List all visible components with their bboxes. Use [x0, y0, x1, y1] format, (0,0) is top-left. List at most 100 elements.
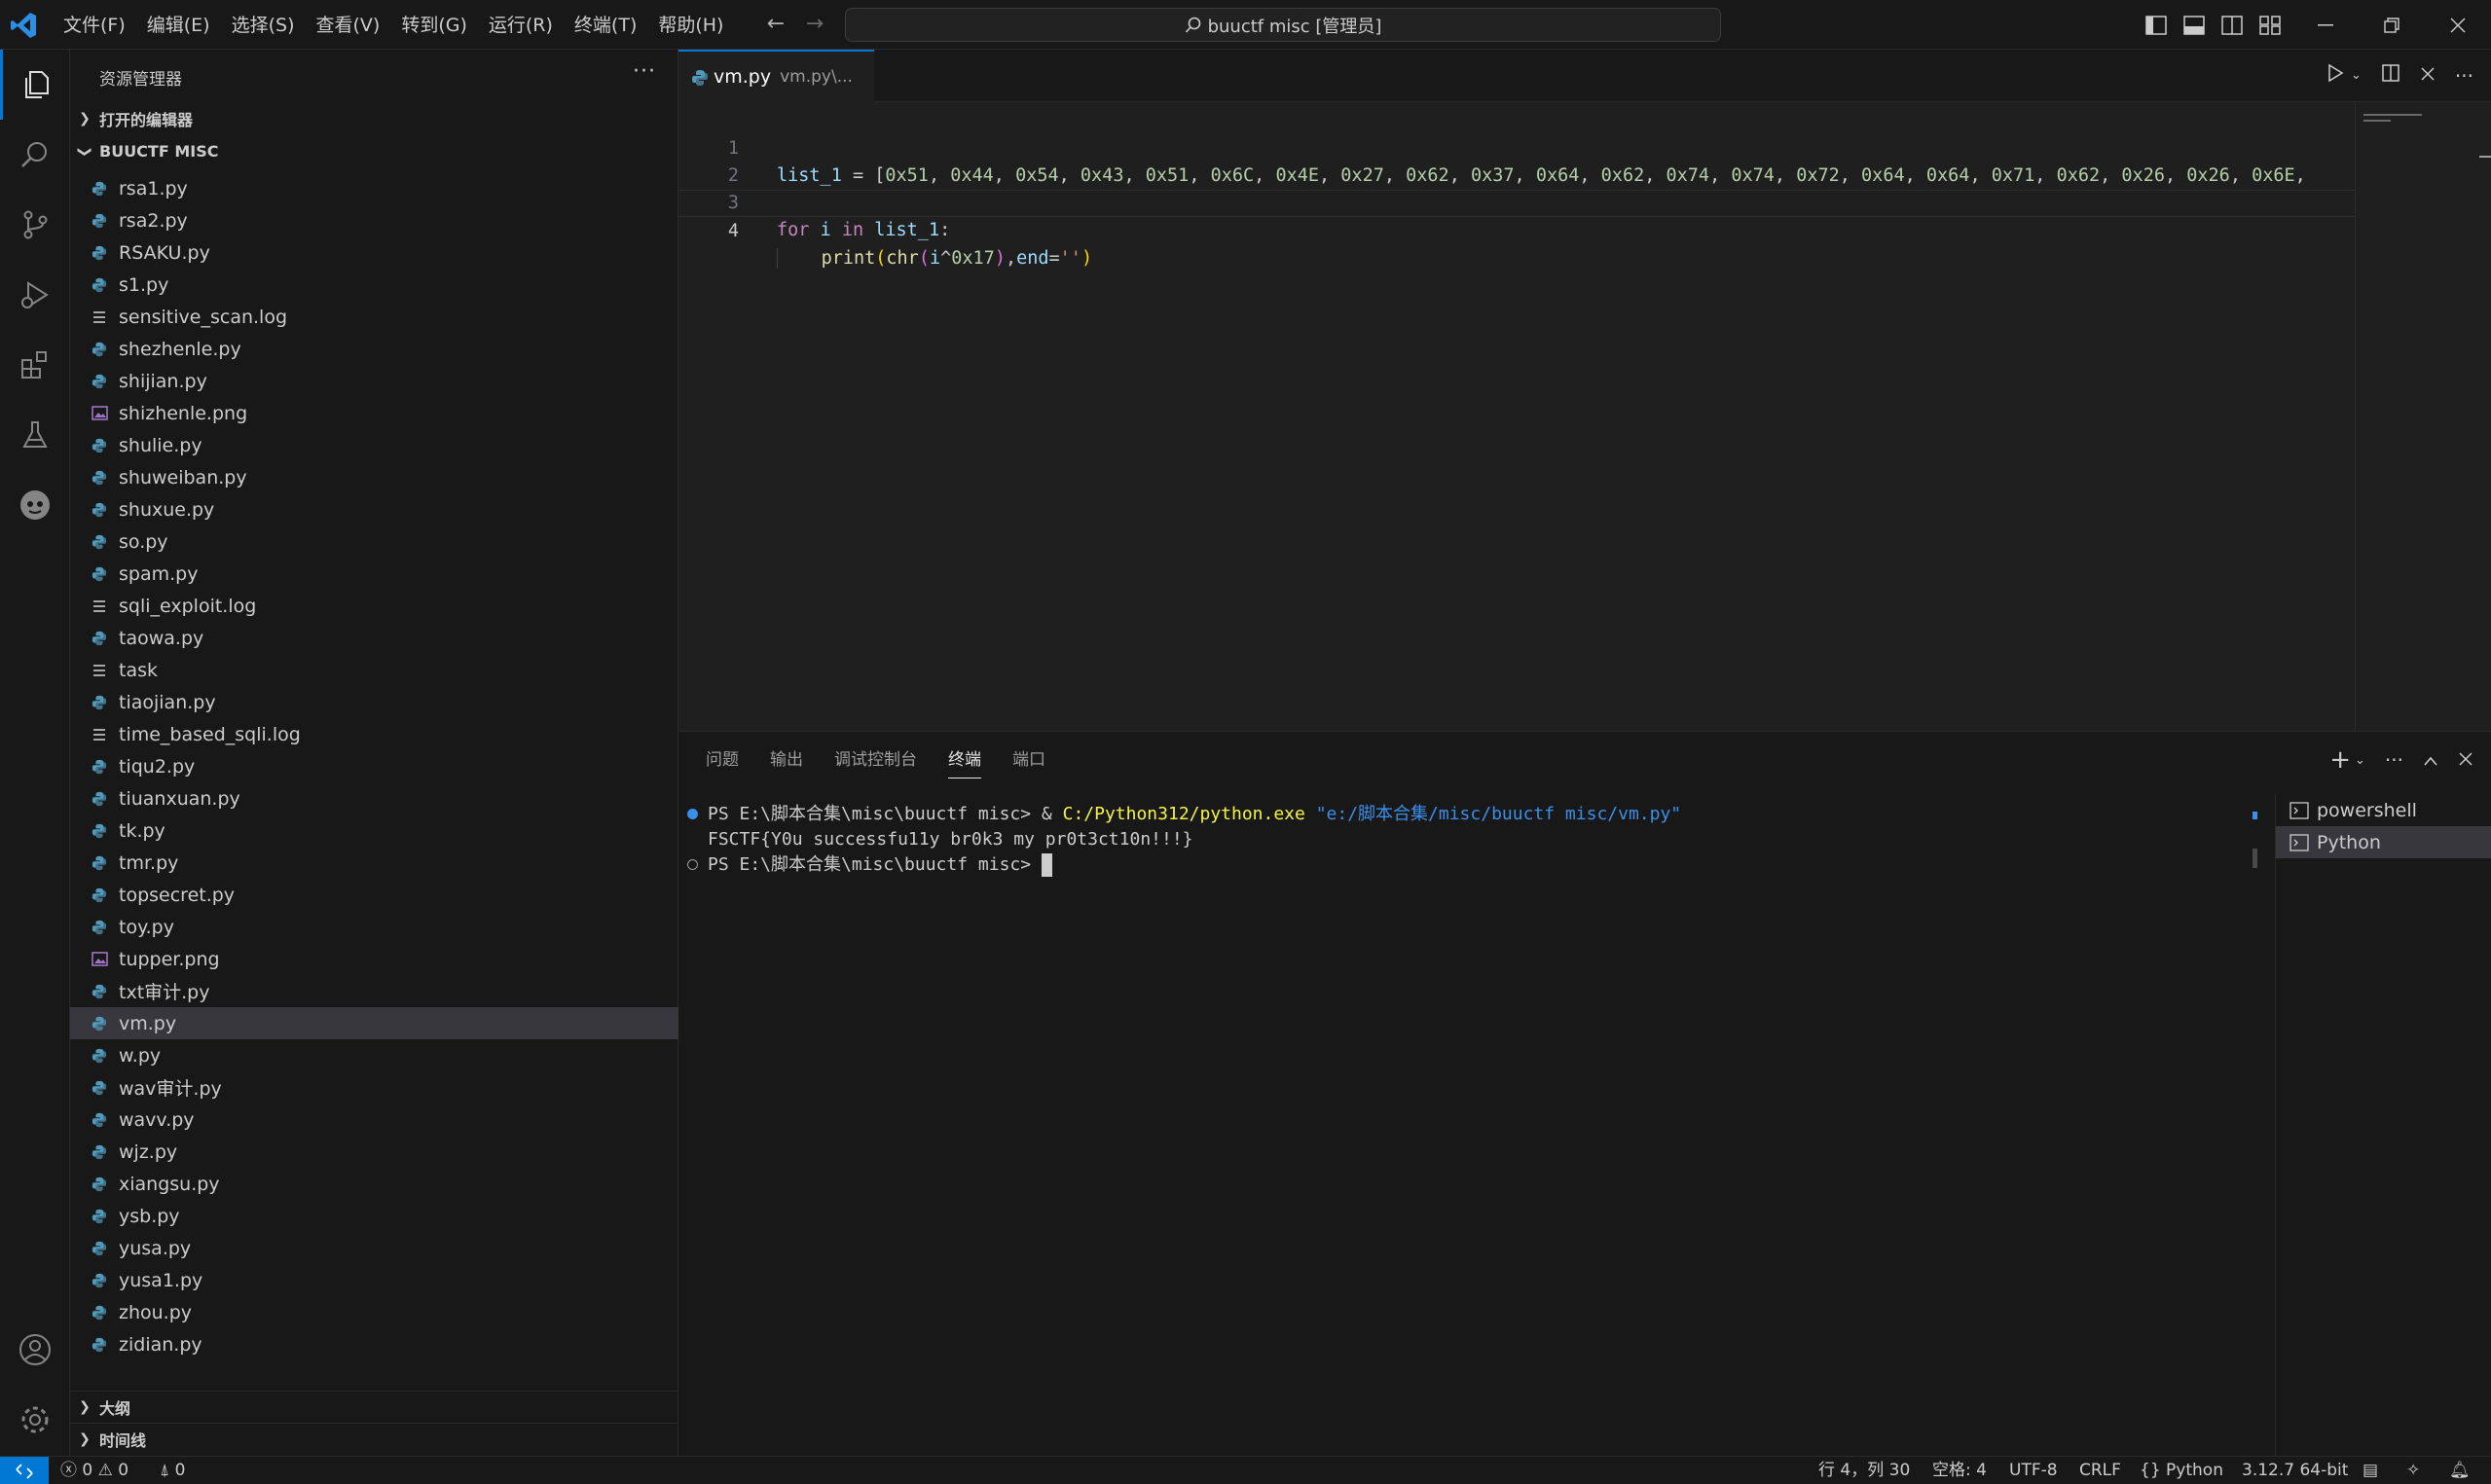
- file-item[interactable]: tupper.png: [70, 943, 678, 975]
- code-editor[interactable]: 1 list_1 = [0x51, 0x44, 0x54, 0x43, 0x51…: [678, 102, 2355, 731]
- command-pending-dot-icon[interactable]: [687, 859, 698, 870]
- file-item[interactable]: shezhenle.py: [70, 333, 678, 365]
- file-item[interactable]: shijian.py: [70, 365, 678, 397]
- file-item[interactable]: time_based_sqli.log: [70, 718, 678, 750]
- command-center-search[interactable]: buuctf misc [管理员]: [845, 8, 1721, 42]
- file-item[interactable]: tiaojian.py: [70, 686, 678, 718]
- file-item[interactable]: RSAKU.py: [70, 236, 678, 269]
- cursor-position[interactable]: 行 4，列 30: [1818, 1457, 1910, 1484]
- file-item[interactable]: sqli_exploit.log: [70, 590, 678, 622]
- tab-ports[interactable]: 端口: [1012, 742, 1045, 778]
- toggle-primary-sidebar-icon[interactable]: [2143, 12, 2170, 39]
- run-dropdown-chevron-icon[interactable]: ⌄: [2351, 68, 2362, 83]
- file-item[interactable]: wjz.py: [70, 1136, 678, 1168]
- file-item[interactable]: so.py: [70, 525, 678, 558]
- terminal-item-powershell[interactable]: powershell: [2276, 794, 2491, 826]
- encoding[interactable]: UTF-8: [2009, 1457, 2058, 1484]
- terminal-dropdown-icon[interactable]: ⌄: [2355, 753, 2365, 768]
- file-item[interactable]: sensitive_scan.log: [70, 301, 678, 333]
- new-terminal-plus-icon[interactable]: +: [2329, 745, 2351, 775]
- file-item[interactable]: taowa.py: [70, 622, 678, 654]
- outline-section[interactable]: ❯ 大纲: [70, 1391, 678, 1423]
- run-debug-icon[interactable]: [0, 260, 70, 330]
- file-item[interactable]: shuxue.py: [70, 493, 678, 525]
- file-item[interactable]: ysb.py: [70, 1200, 678, 1232]
- file-item[interactable]: vm.py: [70, 1007, 678, 1039]
- file-item[interactable]: tiuanxuan.py: [70, 782, 678, 814]
- back-arrow-icon[interactable]: ←: [763, 12, 788, 37]
- indentation[interactable]: 空格: 4: [1932, 1457, 1987, 1484]
- menu-help[interactable]: 帮助(H): [647, 9, 734, 42]
- extensions-icon[interactable]: [0, 330, 70, 400]
- toggle-panel-icon[interactable]: [2180, 12, 2208, 39]
- run-python-file-icon[interactable]: [2326, 63, 2345, 88]
- close-panel-icon[interactable]: [2458, 748, 2473, 772]
- file-item[interactable]: rsa2.py: [70, 204, 678, 236]
- problems-status[interactable]: ⓧ 0 ⚠ 0: [60, 1457, 128, 1484]
- split-editor-icon[interactable]: [2381, 63, 2400, 88]
- file-item[interactable]: tk.py: [70, 814, 678, 847]
- language-mode[interactable]: {} Python: [2140, 1457, 2223, 1484]
- file-item[interactable]: txt审计.py: [70, 975, 678, 1007]
- copilot-status-icon[interactable]: ✧: [2406, 1457, 2420, 1484]
- file-item[interactable]: shizhenle.png: [70, 397, 678, 429]
- notifications-bell-icon[interactable]: 🔔︎: [2449, 1457, 2471, 1484]
- file-item[interactable]: wav审计.py: [70, 1071, 678, 1104]
- file-item[interactable]: task: [70, 654, 678, 686]
- menu-selection[interactable]: 选择(S): [221, 9, 306, 42]
- minimize-icon[interactable]: [2292, 0, 2359, 50]
- file-item[interactable]: yusa.py: [70, 1232, 678, 1264]
- panel-more-icon[interactable]: ···: [2385, 748, 2403, 772]
- tab-debug-console[interactable]: 调试控制台: [834, 742, 917, 778]
- maximize-panel-icon[interactable]: [2423, 748, 2438, 772]
- menu-go[interactable]: 转到(G): [390, 9, 478, 42]
- file-item[interactable]: zhou.py: [70, 1296, 678, 1328]
- terminal-output[interactable]: PS E:\脚本合集\misc\buuctf misc> & C:/Python…: [678, 794, 2255, 1456]
- tab-problems[interactable]: 问题: [706, 742, 739, 778]
- end-of-line[interactable]: CRLF: [2079, 1457, 2121, 1484]
- file-item[interactable]: yusa1.py: [70, 1264, 678, 1296]
- file-item[interactable]: wavv.py: [70, 1104, 678, 1136]
- customize-layout-icon[interactable]: [2256, 12, 2284, 39]
- editor-tab-vm-py[interactable]: vm.py vm.py\...: [678, 50, 874, 102]
- file-item[interactable]: shulie.py: [70, 429, 678, 461]
- tab-terminal[interactable]: 终端: [948, 742, 981, 778]
- close-window-icon[interactable]: [2425, 0, 2491, 50]
- menu-file[interactable]: 文件(F): [53, 9, 136, 42]
- folder-section[interactable]: ❯ BUUCTF MISC: [70, 135, 678, 167]
- file-item[interactable]: s1.py: [70, 269, 678, 301]
- search-activity-icon[interactable]: [0, 120, 70, 190]
- editor-more-icon[interactable]: ···: [2455, 64, 2473, 88]
- command-success-dot-icon[interactable]: [687, 809, 698, 819]
- file-item[interactable]: rsa1.py: [70, 172, 678, 204]
- menu-edit[interactable]: 编辑(E): [136, 9, 221, 42]
- python-interpreter[interactable]: 3.12.7 64-bit: [2242, 1457, 2348, 1484]
- minimap[interactable]: [2355, 102, 2491, 731]
- accounts-icon[interactable]: [0, 1315, 70, 1385]
- more-actions-icon[interactable]: ···: [633, 59, 656, 84]
- file-item[interactable]: zidian.py: [70, 1328, 678, 1360]
- remote-indicator-icon[interactable]: [0, 1457, 49, 1484]
- tab-output[interactable]: 输出: [770, 742, 803, 778]
- file-item[interactable]: w.py: [70, 1039, 678, 1071]
- timeline-section[interactable]: ❯ 时间线: [70, 1423, 678, 1455]
- terminal-scrollbar[interactable]: [2253, 794, 2257, 1456]
- source-control-icon[interactable]: [0, 190, 70, 260]
- layout-status-icon[interactable]: ▤: [2363, 1457, 2378, 1484]
- explorer-icon[interactable]: [0, 50, 70, 120]
- file-item[interactable]: xiangsu.py: [70, 1168, 678, 1200]
- menu-terminal[interactable]: 终端(T): [564, 9, 647, 42]
- file-item[interactable]: shuweiban.py: [70, 461, 678, 493]
- forward-arrow-icon[interactable]: →: [802, 12, 827, 37]
- testing-flask-icon[interactable]: [0, 400, 70, 470]
- restore-icon[interactable]: [2359, 0, 2425, 50]
- close-editor-icon[interactable]: [2420, 65, 2436, 87]
- terminal-item-python[interactable]: Python: [2276, 826, 2491, 858]
- menu-view[interactable]: 查看(V): [306, 9, 391, 42]
- toggle-secondary-sidebar-icon[interactable]: [2218, 12, 2246, 39]
- ports-status[interactable]: ⍋ 0: [160, 1457, 185, 1484]
- settings-gear-icon[interactable]: [0, 1385, 70, 1455]
- file-item[interactable]: spam.py: [70, 558, 678, 590]
- file-item[interactable]: toy.py: [70, 911, 678, 943]
- file-item[interactable]: tmr.py: [70, 847, 678, 879]
